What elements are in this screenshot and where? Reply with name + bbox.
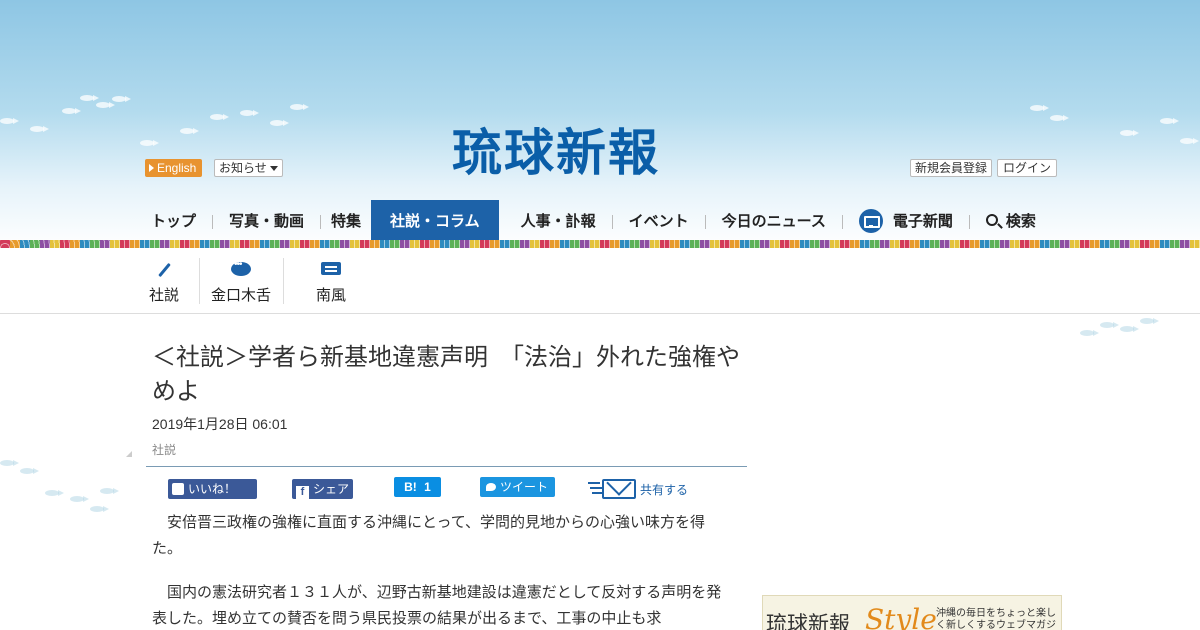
nav-photo-video[interactable]: 写真・動画 [223,200,310,244]
banner-style-wordmark: Style [865,603,937,630]
subnav-item-editorial[interactable]: 社説 [144,258,184,310]
note-icon [321,262,341,275]
banner-logo: 琉球新報 [766,612,850,630]
nav-divider [611,215,613,229]
nav-editorial-column[interactable]: 社説・コラム [371,200,499,244]
speech-bubble-icon [231,259,251,276]
nav-events[interactable]: イベント [623,200,695,244]
monitor-icon [858,209,883,234]
article-paragraph: 安倍晋三政権の強権に直面する沖縄にとって、学問的見地からの心強い味方を得た。 [152,513,706,557]
facebook-icon: f [296,486,309,499]
nav-e-paper-label: 電子新聞 [892,213,953,230]
banner-tagline: 沖縄の毎日をちょっと楽しく新しくするウェブマガジン [936,608,1056,630]
pen-icon [158,262,171,278]
subnav-divider [283,258,284,304]
search-icon [985,214,998,227]
subnav-item-kinkuchi[interactable]: 金口木舌 [206,258,276,310]
login-button[interactable]: ログイン [997,159,1058,177]
play-triangle-icon [149,164,154,172]
subnav-item-label: 金口木舌 [210,287,271,304]
speed-lines-icon [588,482,600,484]
site-logo[interactable]: 琉球新報 [452,122,752,184]
envelope-icon [602,479,636,499]
hatena-count: 1 [424,480,431,494]
nav-search[interactable]: 検索 [980,200,1042,244]
facebook-like-button[interactable]: いいね！ 60 [168,479,257,516]
article-date: 2019年1月28日 06:01 [152,416,288,432]
site-header: 琉球新報 English お知らせ 新規会員登録 ログイン トップ 写真・動画 … [0,0,1200,248]
tweet-button[interactable]: ツイート [480,477,555,497]
notice-dropdown[interactable]: お知らせ [214,159,283,177]
sub-nav: 社説 金口木舌 南風 [0,248,1200,314]
twitter-bird-icon [486,483,496,491]
tweet-label: ツイート [500,480,549,494]
share-label: シェア [313,482,350,496]
article-title: ＜社説＞学者ら新基地違憲声明 「法治」外れた強権やめよ [152,343,740,405]
facebook-share-button[interactable]: f シェア [292,479,353,499]
style-magazine-banner[interactable]: 琉球新報 Style 沖縄の毎日をちょっと楽しく新しくするウェブマガジン [762,595,1062,630]
subnav-item-nanpu[interactable]: 南風 [306,258,356,310]
nav-divider [320,215,322,229]
nav-feature[interactable]: 特集 [325,200,367,244]
nav-divider [704,215,706,229]
thumbs-up-icon [172,483,184,495]
mail-share-button[interactable]: 共有する [588,477,698,499]
global-nav: トップ 写真・動画 特集 社説・コラム 人事・訃報 イベント 今日のニュース 電… [145,200,1042,244]
nav-divider [841,215,843,229]
subnav-divider [199,258,200,304]
nav-search-label: 検索 [1005,213,1036,230]
nav-personnel-obituary[interactable]: 人事・訃報 [515,200,602,244]
register-button[interactable]: 新規会員登録 [910,159,993,177]
chevron-down-icon [269,166,278,171]
decorative-pattern-strip [0,240,1200,248]
nav-todays-news[interactable]: 今日のニュース [716,200,832,244]
corner-decoration [126,451,132,457]
hatena-bookmark-button[interactable]: B! 1 [394,477,441,497]
nav-divider [212,215,214,229]
article-body: 安倍晋三政権の強権に直面する沖縄にとって、学問的見地からの心強い味方を得た。 国… [152,509,732,630]
english-button[interactable]: English [145,159,203,177]
subnav-item-label: 社説 [148,287,179,304]
nav-divider [968,215,970,229]
english-label: English [157,161,197,175]
hatena-label: B! [404,480,417,494]
nav-e-paper[interactable]: 電子新聞 [853,200,959,244]
article-header: ＜社説＞学者ら新基地違憲声明 「法治」外れた強権やめよ 2019年1月28日 0… [152,340,742,458]
notice-label: お知らせ [219,161,267,175]
nav-top[interactable]: トップ [145,200,202,244]
divider [146,466,747,467]
article-category[interactable]: 社説 [152,441,742,458]
subnav-item-label: 南風 [315,287,346,304]
mail-share-label: 共有する [640,483,689,497]
like-label: いいね！ [188,482,237,496]
article-paragraph: 国内の憲法研究者１３１人が、辺野古新基地建設は違憲だとして反対する声明を発表した… [152,583,722,627]
